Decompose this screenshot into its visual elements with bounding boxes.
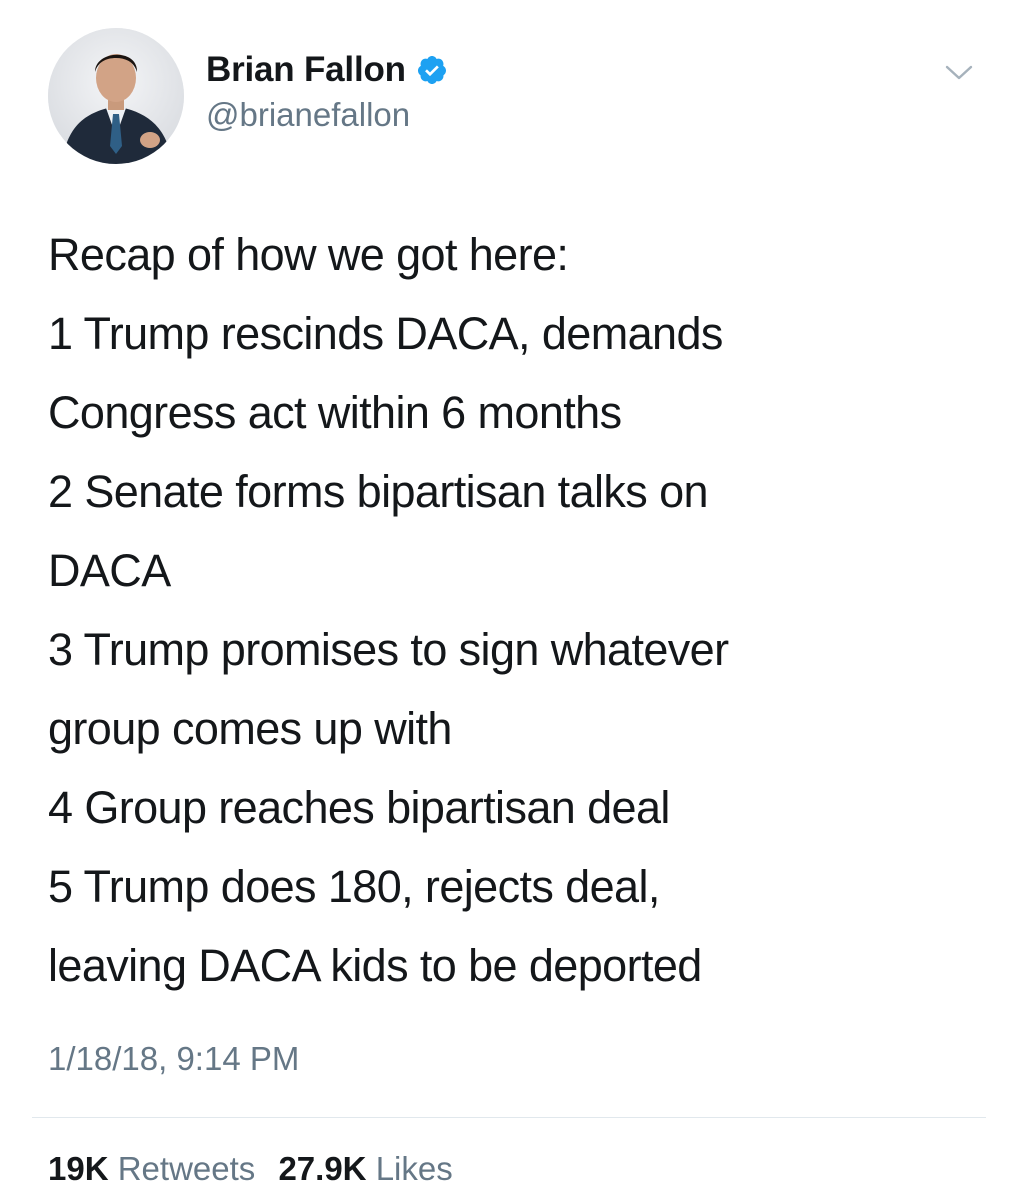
tweet-card: Brian Fallon @brianefallon Recap of how … [0,0,1018,1200]
tweet-text-line: 1 Trump rescinds DACA, demands [48,308,723,359]
divider [32,1117,986,1118]
tweet-text-line: leaving DACA kids to be deported [48,940,702,991]
likes-stat[interactable]: 27.9K Likes [278,1150,452,1187]
tweet-stats: 19K Retweets 27.9K Likes [48,1150,453,1188]
avatar-photo [48,28,184,164]
tweet-text: Recap of how we got here: 1 Trump rescin… [48,215,978,1005]
tweet-timestamp[interactable]: 1/18/18, 9:14 PM [48,1040,299,1078]
likes-count: 27.9K [278,1150,367,1187]
author-display-name[interactable]: Brian Fallon [206,50,406,90]
chevron-down-icon[interactable] [942,58,976,86]
likes-label: Likes [375,1150,453,1187]
tweet-text-line: 5 Trump does 180, rejects deal, [48,861,660,912]
tweet-text-line: 4 Group reaches bipartisan deal [48,782,670,833]
tweet-text-line: Recap of how we got here: [48,229,569,280]
tweet-text-line: Congress act within 6 months [48,387,622,438]
avatar[interactable] [48,28,184,164]
tweet-text-line: DACA [48,545,171,596]
tweet-text-line: group comes up with [48,703,452,754]
retweets-label: Retweets [117,1150,256,1187]
author-name-row: Brian Fallon [206,48,448,92]
tweet-text-line: 2 Senate forms bipartisan talks on [48,466,709,517]
author-handle[interactable]: @brianefallon [206,96,410,134]
retweets-stat[interactable]: 19K Retweets [48,1150,264,1187]
retweets-count: 19K [48,1150,109,1187]
tweet-text-line: 3 Trump promises to sign whatever [48,624,729,675]
verified-badge-icon [416,54,448,86]
